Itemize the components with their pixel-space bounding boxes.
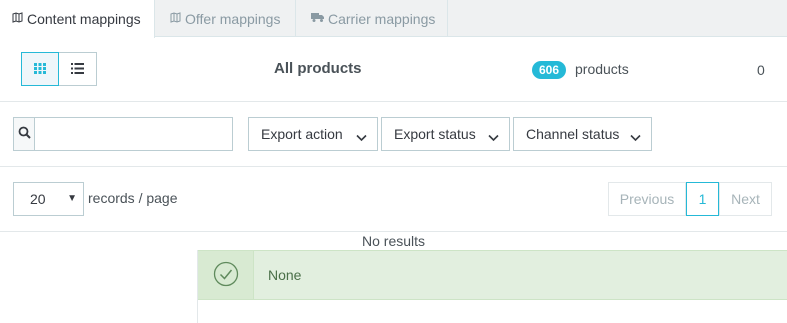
chevron-down-icon <box>488 129 499 145</box>
success-alert: None <box>198 250 787 300</box>
tab-offer-mappings[interactable]: Offer mappings <box>155 0 296 37</box>
list-icon <box>71 61 84 77</box>
records-per-page-select[interactable]: 20 ▼ <box>13 182 84 216</box>
product-count-badge: 606 <box>532 61 567 79</box>
grid-view-button[interactable] <box>21 52 59 86</box>
dropdown-label: Export action <box>261 126 343 142</box>
chevron-down-icon <box>356 129 367 145</box>
export-status-dropdown[interactable]: Export status <box>381 117 510 151</box>
grid-icon <box>34 61 46 77</box>
map-icon <box>12 12 23 26</box>
pagination: Previous 1 Next <box>608 182 772 216</box>
dropdown-label: Channel status <box>526 126 620 142</box>
previous-page-button[interactable]: Previous <box>608 182 686 216</box>
divider <box>0 166 787 167</box>
records-per-page-label: records / page <box>88 190 178 206</box>
chevron-down-icon <box>630 129 641 145</box>
selected-count: 0 <box>757 62 765 78</box>
list-view-button[interactable] <box>59 52 97 86</box>
check-circle-icon <box>213 261 239 290</box>
tab-content-mappings[interactable]: Content mappings <box>0 0 155 38</box>
no-results-text: No results <box>362 233 426 249</box>
search-group <box>13 117 233 151</box>
caret-down-icon: ▼ <box>67 193 77 204</box>
map-icon <box>170 11 181 26</box>
tab-label: Offer mappings <box>185 10 281 27</box>
truck-icon <box>311 12 324 25</box>
tab-label: Content mappings <box>27 11 141 27</box>
product-count-label: products <box>575 61 629 77</box>
search-input[interactable] <box>35 117 233 151</box>
search-icon <box>18 126 31 142</box>
page-1-button[interactable]: 1 <box>686 182 719 216</box>
tab-carrier-mappings[interactable]: Carrier mappings <box>296 0 448 37</box>
export-action-dropdown[interactable]: Export action <box>248 117 378 151</box>
alert-icon-container <box>198 251 254 299</box>
alert-message: None <box>268 267 302 283</box>
next-page-button[interactable]: Next <box>719 182 772 216</box>
channel-status-dropdown[interactable]: Channel status <box>513 117 652 151</box>
per-page-value: 20 <box>30 191 46 207</box>
page-title: All products <box>274 60 362 77</box>
tab-label: Carrier mappings <box>328 10 436 27</box>
dropdown-label: Export status <box>394 126 476 142</box>
view-toggle <box>21 52 97 86</box>
divider <box>0 231 787 232</box>
search-button[interactable] <box>13 117 35 151</box>
divider <box>0 101 787 102</box>
tab-bar: Content mappings Offer mappings Carrier … <box>0 0 787 38</box>
